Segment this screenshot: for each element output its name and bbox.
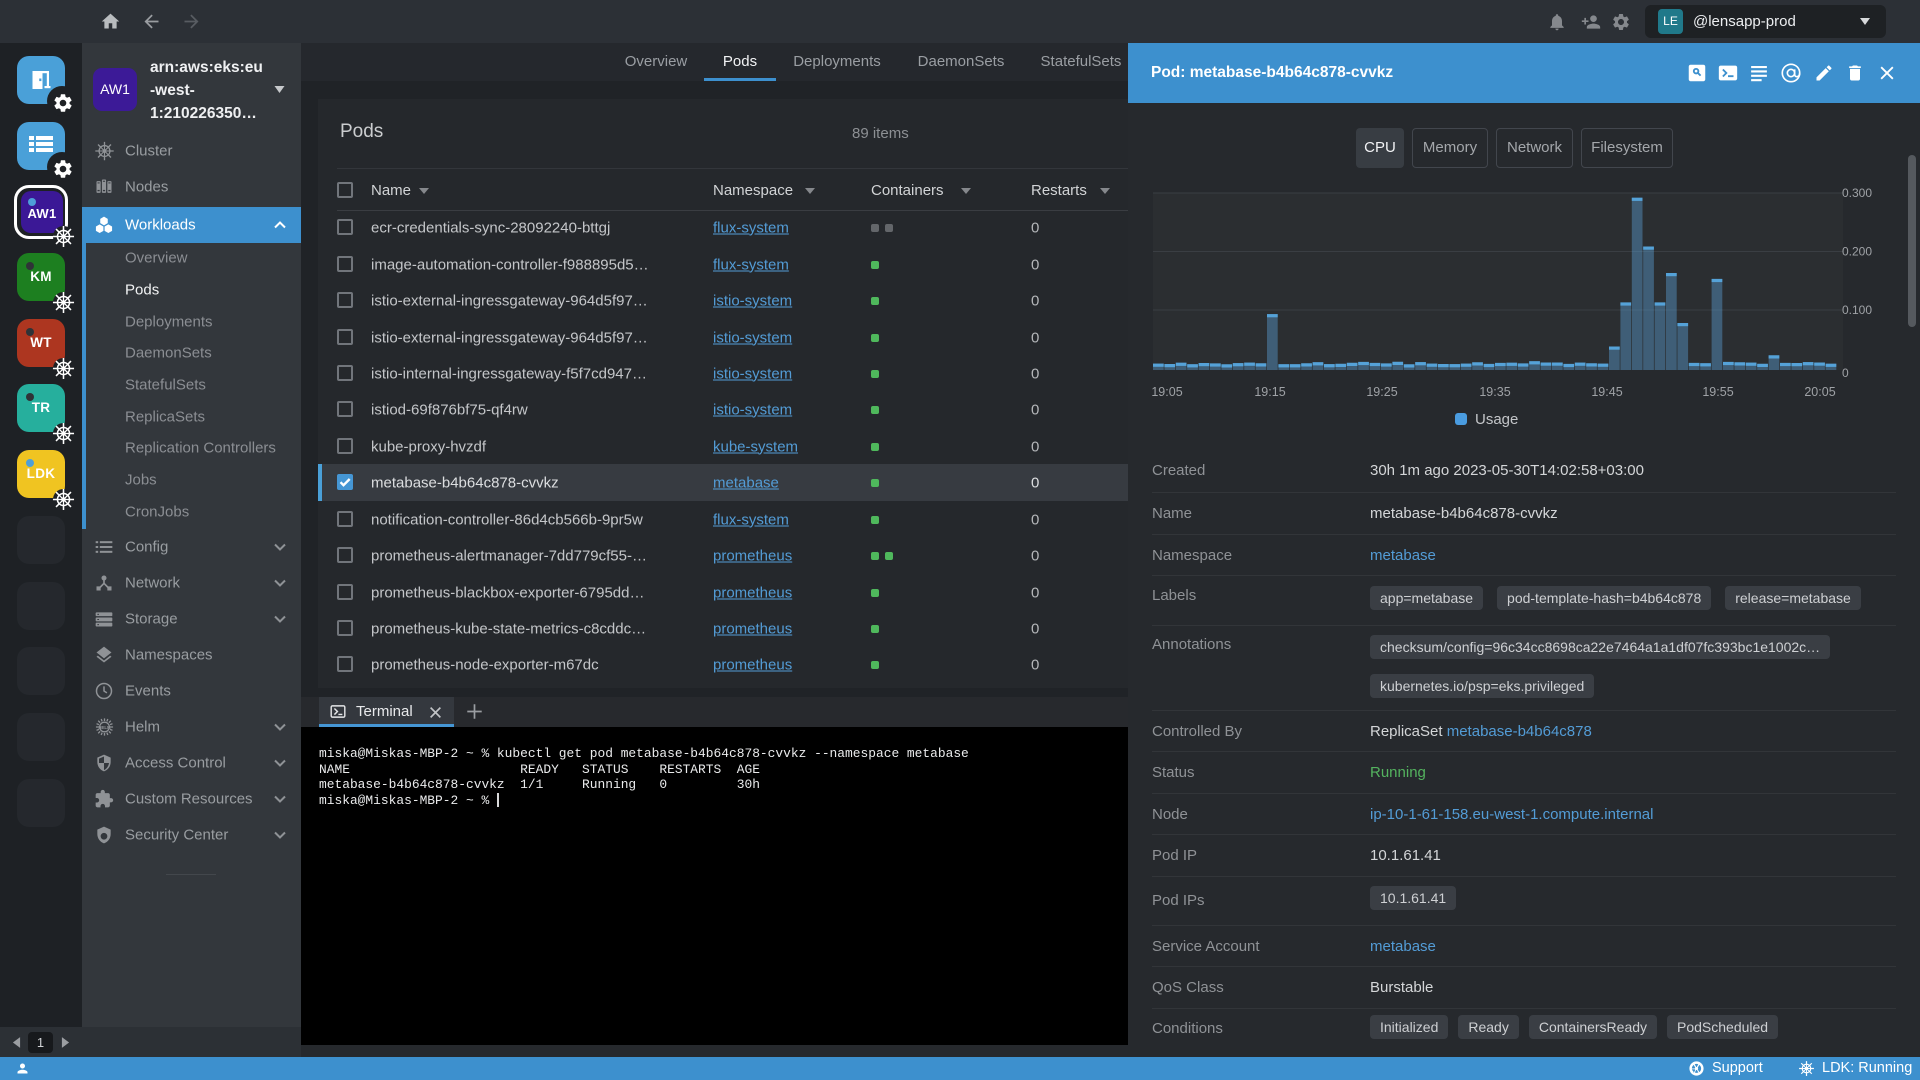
svg-text:0: 0 <box>1842 366 1849 380</box>
svg-text:0.100: 0.100 <box>1842 303 1872 317</box>
svg-text:0.200: 0.200 <box>1842 245 1872 259</box>
svg-text:19:55: 19:55 <box>1702 385 1733 399</box>
svg-text:Usage: Usage <box>1475 411 1518 428</box>
svg-text:20:05: 20:05 <box>1804 385 1835 399</box>
svg-text:19:45: 19:45 <box>1591 385 1622 399</box>
svg-text:HELM: HELM <box>98 725 111 730</box>
svg-text:19:05: 19:05 <box>1151 385 1182 399</box>
svg-text:0.300: 0.300 <box>1842 186 1872 200</box>
svg-text:19:25: 19:25 <box>1366 385 1397 399</box>
svg-text:19:35: 19:35 <box>1479 385 1510 399</box>
svg-text:19:15: 19:15 <box>1254 385 1285 399</box>
